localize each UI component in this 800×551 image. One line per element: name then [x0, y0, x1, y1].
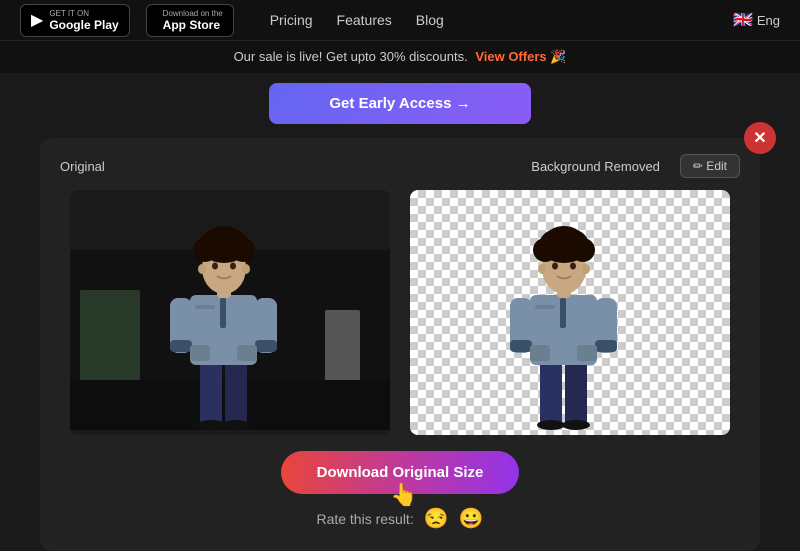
original-label: Original — [60, 159, 105, 174]
bg-removed-person-svg — [410, 190, 730, 430]
early-access-button[interactable]: Get Early Access → — [269, 83, 530, 124]
pricing-link[interactable]: Pricing — [270, 12, 313, 28]
download-button[interactable]: Download Original Size — [281, 451, 520, 494]
features-link[interactable]: Features — [337, 12, 392, 28]
rate-row: Rate this result: 😒 😀 — [316, 506, 483, 531]
edit-label: ✏ Edit — [693, 159, 727, 173]
original-person-svg — [70, 190, 390, 430]
edit-button[interactable]: ✏ Edit — [680, 154, 740, 178]
images-row — [60, 190, 740, 435]
labels-row: Original Background Removed ✏ Edit — [60, 154, 740, 178]
original-image-panel — [70, 190, 390, 435]
thumbs-down-button[interactable]: 😒 — [424, 506, 449, 531]
google-play-button[interactable]: ▶ GET IT ON Google Play — [20, 4, 130, 37]
early-access-label: Get Early Access → — [329, 95, 470, 112]
download-area: Download Original Size 👆 Rate this resul… — [60, 451, 740, 531]
bg-removed-label: Background Removed — [531, 159, 660, 174]
thumbs-up-button[interactable]: 😀 — [459, 506, 484, 531]
view-offers-link[interactable]: View Offers — [475, 49, 546, 64]
sale-text: Our sale is live! Get upto 30% discounts… — [234, 49, 468, 64]
google-play-icon: ▶ — [31, 10, 43, 30]
app-store-button[interactable]: Download on the App Store — [146, 4, 234, 37]
sale-banner: Our sale is live! Get upto 30% discounts… — [0, 40, 800, 73]
thumbs-up-icon: 😀 — [459, 508, 484, 530]
rate-label: Rate this result: — [316, 511, 413, 527]
close-icon: ✕ — [753, 128, 766, 148]
close-button[interactable]: ✕ — [744, 122, 776, 154]
top-nav: ▶ GET IT ON Google Play Download on the … — [0, 0, 800, 40]
bg-removed-image-panel — [410, 190, 730, 435]
download-label: Download Original Size — [317, 464, 484, 481]
banner-emoji: 🎉 — [550, 49, 566, 64]
language-label: Eng — [757, 13, 780, 28]
blog-link[interactable]: Blog — [416, 12, 444, 28]
thumbs-down-icon: 😒 — [424, 508, 449, 530]
app-store-text: Download on the App Store — [163, 9, 223, 32]
early-access-area: Get Early Access → — [0, 73, 800, 138]
flag-icon: 🇬🇧 — [733, 10, 753, 30]
language-selector[interactable]: 🇬🇧 Eng — [733, 10, 780, 30]
google-play-text: GET IT ON Google Play — [49, 9, 118, 32]
main-content-panel: ✕ Original Background Removed ✏ Edit — [40, 138, 760, 551]
label-right: Background Removed ✏ Edit — [531, 154, 740, 178]
nav-links: Pricing Features Blog — [270, 12, 444, 28]
